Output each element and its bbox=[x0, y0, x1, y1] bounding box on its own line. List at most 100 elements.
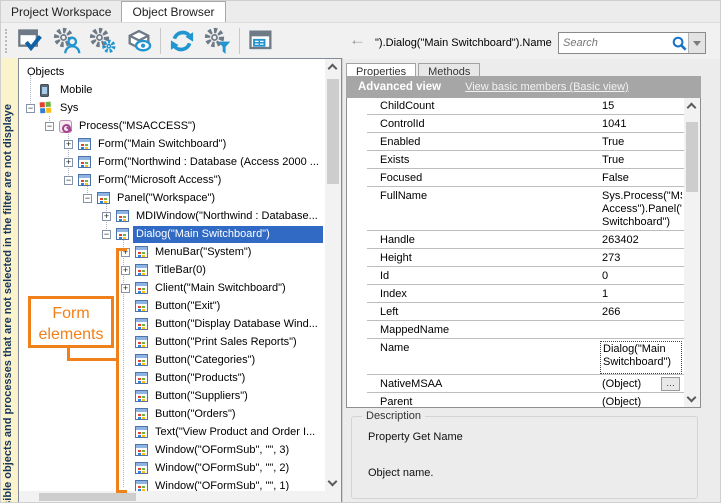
property-row[interactable]: Parent(Object) bbox=[347, 394, 684, 408]
property-value[interactable]: False bbox=[600, 171, 682, 186]
user-settings-icon[interactable] bbox=[49, 25, 85, 57]
tree-item[interactable]: + TitleBar(0) bbox=[19, 262, 325, 280]
expand-toggle-icon[interactable]: + bbox=[121, 266, 130, 275]
property-row[interactable]: EnabledTrue bbox=[347, 134, 684, 152]
tree-item[interactable]: Button("Categories") bbox=[19, 352, 325, 370]
tab-object-browser[interactable]: Object Browser bbox=[121, 1, 225, 22]
tree-item[interactable]: − Sys bbox=[19, 100, 325, 118]
property-value[interactable] bbox=[600, 323, 682, 338]
toolbar-grip[interactable] bbox=[5, 29, 8, 53]
property-row[interactable]: NativeMSAA(Object)… bbox=[347, 376, 684, 394]
form-icon bbox=[78, 138, 91, 150]
property-row[interactable]: Handle 263402 bbox=[347, 232, 684, 250]
property-value[interactable]: 273 bbox=[600, 251, 682, 266]
object-ellipsis-button[interactable]: … bbox=[661, 377, 680, 391]
expand-toggle-icon[interactable]: + bbox=[121, 284, 130, 293]
refresh-icon[interactable] bbox=[164, 25, 200, 57]
tree-item[interactable]: Button("Products") bbox=[19, 370, 325, 388]
check-objects-icon[interactable] bbox=[13, 25, 49, 57]
tree-item[interactable]: +Form("Main Switchboard") bbox=[19, 136, 325, 154]
scroll-up-icon[interactable] bbox=[328, 64, 338, 74]
pane-splitter[interactable] bbox=[342, 58, 343, 503]
property-value[interactable]: Dialog("Main Switchboard") bbox=[600, 341, 682, 374]
property-row[interactable]: NameDialog("Main Switchboard") bbox=[347, 340, 684, 376]
tree-item-label: MenuBar("System") bbox=[155, 246, 251, 258]
tree-item[interactable]: Window("OFormSub", "", 2) bbox=[19, 460, 325, 478]
collapse-toggle-icon[interactable]: − bbox=[45, 122, 54, 131]
property-value[interactable]: (Object) bbox=[600, 395, 682, 408]
expand-toggle-icon[interactable]: + bbox=[64, 158, 73, 167]
back-arrow-icon[interactable]: ← bbox=[349, 30, 366, 50]
property-row[interactable]: ControlId1041 bbox=[347, 116, 684, 134]
expand-toggle-icon[interactable]: + bbox=[64, 140, 73, 149]
property-row[interactable]: MappedName bbox=[347, 322, 684, 340]
tree-item[interactable]: Text("View Product and Order I... bbox=[19, 424, 325, 442]
tree-item[interactable]: +Form("Northwind : Database (Access 2000… bbox=[19, 154, 325, 172]
tree-item[interactable]: +MenuBar("System") bbox=[19, 244, 325, 262]
property-value[interactable]: 1 bbox=[600, 287, 682, 302]
search-options-dropdown[interactable] bbox=[688, 33, 705, 53]
search-input[interactable] bbox=[559, 37, 671, 49]
tree-root-objects[interactable]: Objects bbox=[19, 64, 325, 82]
property-row[interactable]: ChildCount15 bbox=[347, 98, 684, 116]
property-value[interactable]: 15 bbox=[600, 99, 682, 114]
tree-horizontal-scrollbar[interactable] bbox=[19, 491, 325, 503]
collapse-toggle-icon[interactable]: − bbox=[83, 194, 92, 203]
collapse-toggle-icon[interactable]: − bbox=[64, 176, 73, 185]
scroll-down-icon[interactable] bbox=[687, 393, 697, 403]
property-row[interactable]: Left266 bbox=[347, 304, 684, 322]
property-value[interactable]: 263402 bbox=[600, 233, 682, 248]
tree-item[interactable]: −Process("MSACCESS") bbox=[19, 118, 325, 136]
property-value[interactable]: 0 bbox=[600, 269, 682, 284]
tab-project-workspace[interactable]: Project Workspace bbox=[1, 2, 121, 22]
tab-methods[interactable]: Methods bbox=[418, 63, 480, 76]
tree-item-label: MDIWindow("Northwind : Database... bbox=[136, 210, 318, 222]
tree-vscroll-thumb[interactable] bbox=[327, 79, 339, 184]
highlight-object-eye-icon[interactable] bbox=[121, 25, 157, 57]
tab-properties[interactable]: Properties bbox=[346, 63, 416, 76]
tree-item[interactable]: Window("OFormSub", "", 1) bbox=[19, 478, 325, 491]
property-name: Handle bbox=[380, 234, 415, 246]
property-value-text: 15 bbox=[602, 100, 614, 112]
expand-toggle-icon[interactable]: + bbox=[102, 212, 111, 221]
property-value[interactable]: Sys.Process("MSA Access").Panel("W Switc… bbox=[600, 189, 682, 230]
basic-view-link[interactable]: View basic members (Basic view) bbox=[465, 81, 629, 93]
property-value[interactable]: True bbox=[600, 135, 682, 150]
property-row[interactable]: FullNameSys.Process("MSA Access").Panel(… bbox=[347, 188, 684, 232]
tree-hscroll-thumb[interactable] bbox=[39, 493, 136, 501]
options-gears-icon[interactable] bbox=[85, 25, 121, 57]
property-row[interactable]: ExistsTrue bbox=[347, 152, 684, 170]
property-value[interactable]: 1041 bbox=[600, 117, 682, 132]
grid-vscroll-thumb[interactable] bbox=[686, 122, 698, 192]
property-row[interactable]: Index1 bbox=[347, 286, 684, 304]
annotation-label: Form elements bbox=[28, 296, 114, 348]
filter-gear-icon[interactable] bbox=[200, 25, 236, 57]
tree-item-label: Sys bbox=[60, 102, 78, 114]
property-value-text: 273 bbox=[602, 252, 620, 264]
tree-item[interactable]: −Panel("Workspace") bbox=[19, 190, 325, 208]
collapse-toggle-icon[interactable]: − bbox=[26, 104, 35, 113]
grid-vertical-scrollbar[interactable] bbox=[684, 98, 700, 407]
search-icon[interactable] bbox=[671, 35, 688, 52]
tree-item[interactable]: −Form("Microsoft Access") bbox=[19, 172, 325, 190]
property-value[interactable]: 266 bbox=[600, 305, 682, 320]
scroll-up-icon[interactable] bbox=[687, 103, 697, 113]
tree-item[interactable]: Mobile bbox=[19, 82, 325, 100]
tree-item[interactable]: Window("OFormSub", "", 3) bbox=[19, 442, 325, 460]
description-groupbox: Description Property Get Name Object nam… bbox=[351, 416, 698, 499]
tree-item[interactable]: −Dialog("Main Switchboard") bbox=[19, 226, 325, 244]
tree-item[interactable]: Button("Suppliers") bbox=[19, 388, 325, 406]
tree-item-label: TitleBar(0) bbox=[155, 264, 206, 276]
form-icon bbox=[135, 408, 148, 420]
tree-vertical-scrollbar[interactable] bbox=[325, 59, 341, 503]
show-panel-icon[interactable] bbox=[243, 25, 279, 57]
property-row[interactable]: FocusedFalse bbox=[347, 170, 684, 188]
tree-item[interactable]: Button("Orders") bbox=[19, 406, 325, 424]
property-row[interactable]: Height273 bbox=[347, 250, 684, 268]
scroll-down-icon[interactable] bbox=[328, 477, 338, 487]
property-row[interactable]: Id0 bbox=[347, 268, 684, 286]
collapse-toggle-icon[interactable]: − bbox=[102, 230, 111, 239]
view-header-band: Advanced view View basic members (Basic … bbox=[346, 76, 701, 98]
tree-item[interactable]: + MDIWindow("Northwind : Database... bbox=[19, 208, 325, 226]
property-value[interactable]: True bbox=[600, 153, 682, 168]
